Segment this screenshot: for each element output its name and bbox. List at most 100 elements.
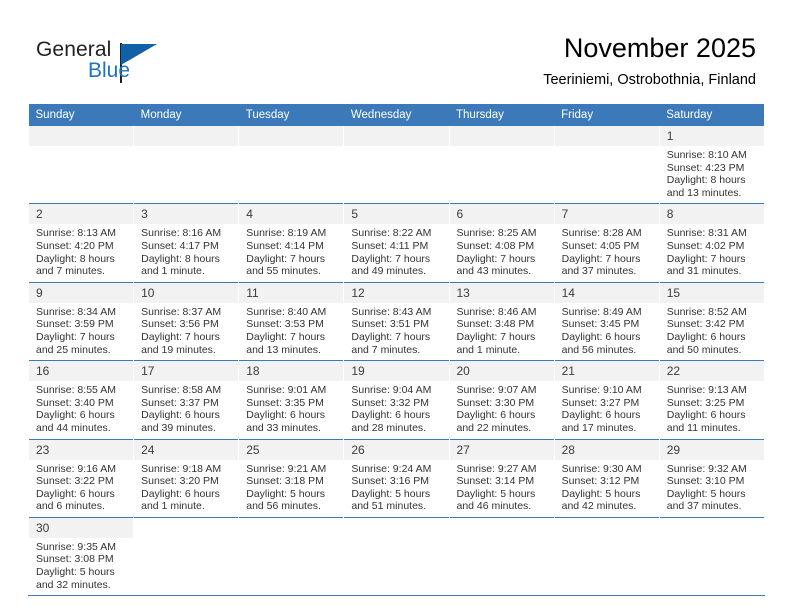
calendar-day-cell[interactable]: 3 Sunrise: 8:16 AM Sunset: 4:17 PM Daylight… xyxy=(133,203,240,283)
daylight-text: Daylight: 6 hours and 28 minutes. xyxy=(351,409,431,434)
calendar-day-cell[interactable]: 10 Sunrise: 8:37 AM Sunset: 3:56 PM Dayligh… xyxy=(133,281,240,361)
sunrise-text: Sunrise: 8:40 AM xyxy=(246,305,327,318)
day-number: 4 xyxy=(239,204,344,225)
day-details: Sunrise: 9:04 AM Sunset: 3:32 PM Daylight:… xyxy=(344,381,448,438)
calendar-day-cell[interactable]: 22 Sunrise: 9:13 AM Sunset: 3:25 PM Dayligh… xyxy=(658,360,765,439)
calendar-day-cell[interactable]: 14 Sunrise: 8:49 AM Sunset: 3:45 PM Dayligh… xyxy=(553,281,660,361)
sunset-text: Sunset: 3:08 PM xyxy=(36,553,114,566)
day-details: Sunrise: 8:25 AM Sunset: 4:08 PM Daylight:… xyxy=(450,224,554,281)
day-details: Sunrise: 9:32 AM Sunset: 3:10 PM Daylight:… xyxy=(660,460,764,517)
calendar-day-cell[interactable]: 4 Sunrise: 8:19 AM Sunset: 4:14 PM Daylight… xyxy=(238,203,345,283)
daylight-text: Daylight: 5 hours and 46 minutes. xyxy=(456,487,536,513)
daylight-text: Daylight: 7 hours and 31 minutes. xyxy=(666,252,746,278)
sunrise-text: Sunrise: 9:32 AM xyxy=(666,462,747,475)
sunrise-text: Sunrise: 8:16 AM xyxy=(141,227,222,240)
calendar-day-cell[interactable]: 21 Sunrise: 9:10 AM Sunset: 3:27 PM Dayligh… xyxy=(553,360,660,439)
calendar-day-cell[interactable]: 16 Sunrise: 8:55 AM Sunset: 3:40 PM Dayligh… xyxy=(27,360,135,439)
weekday-header-sunday: Sunday xyxy=(28,104,134,126)
day-number: 9 xyxy=(29,282,134,303)
sunrise-text: Sunrise: 8:49 AM xyxy=(561,305,642,318)
calendar-day-cell[interactable]: 5 Sunrise: 8:22 AM Sunset: 4:11 PM Daylight… xyxy=(343,203,450,283)
calendar-day-cell[interactable]: 11 Sunrise: 8:40 AM Sunset: 3:53 PM Dayligh… xyxy=(238,281,345,361)
brand-name-blue: Blue xyxy=(88,59,131,82)
calendar-day-cell[interactable]: 17 Sunrise: 8:58 AM Sunset: 3:37 PM Dayligh… xyxy=(133,360,240,439)
calendar-day-cell[interactable]: 8 Sunrise: 8:31 AM Sunset: 4:02 PM Daylight… xyxy=(658,203,765,283)
day-details: Sunrise: 8:58 AM Sunset: 3:37 PM Daylight:… xyxy=(134,381,238,438)
calendar-day-cell[interactable]: 27 Sunrise: 9:27 AM Sunset: 3:14 PM Dayligh… xyxy=(448,438,555,518)
calendar-day-cell[interactable]: 19 Sunrise: 9:04 AM Sunset: 3:32 PM Dayligh… xyxy=(343,360,450,439)
day-details: Sunrise: 9:27 AM Sunset: 3:14 PM Daylight:… xyxy=(450,460,554,517)
day-number-placeholder xyxy=(239,126,344,146)
day-number: 23 xyxy=(29,439,134,460)
day-number-placeholder xyxy=(449,126,554,146)
title-block: November 2025 Teeriniemi, Ostrobothnia, … xyxy=(543,32,756,91)
weekday-header-tuesday: Tuesday xyxy=(238,104,344,126)
sunrise-text: Sunrise: 8:37 AM xyxy=(141,305,222,318)
calendar-day-cell[interactable]: 15 Sunrise: 8:52 AM Sunset: 3:42 PM Dayligh… xyxy=(658,281,765,361)
calendar-day-cell[interactable]: 26 Sunrise: 9:24 AM Sunset: 3:16 PM Dayligh… xyxy=(343,438,450,518)
sunrise-text: Sunrise: 8:22 AM xyxy=(351,227,432,240)
daylight-text: Daylight: 6 hours and 6 minutes. xyxy=(36,487,115,513)
calendar-day-cell[interactable]: 2 Sunrise: 8:13 AM Sunset: 4:20 PM Daylight… xyxy=(27,203,135,283)
sunset-text: Sunset: 3:27 PM xyxy=(561,396,640,409)
day-details: Sunrise: 8:43 AM Sunset: 3:51 PM Daylight:… xyxy=(344,303,448,360)
day-number: 21 xyxy=(554,361,659,382)
sunset-text: Sunset: 4:05 PM xyxy=(561,239,640,252)
page-title: November 2025 xyxy=(563,33,756,63)
calendar-day-cell[interactable]: 28 Sunrise: 9:30 AM Sunset: 3:12 PM Dayligh… xyxy=(553,438,660,518)
day-number: 22 xyxy=(659,361,764,382)
calendar-cell-empty xyxy=(448,126,555,204)
sunrise-text: Sunrise: 9:16 AM xyxy=(36,462,116,475)
sunset-text: Sunset: 3:16 PM xyxy=(351,475,430,488)
daylight-text: Daylight: 6 hours and 22 minutes. xyxy=(456,409,536,434)
calendar-day-cell[interactable]: 18 Sunrise: 9:01 AM Sunset: 3:35 PM Dayligh… xyxy=(238,360,345,439)
sunrise-text: Sunrise: 8:19 AM xyxy=(246,227,327,240)
calendar-day-cell[interactable]: 1 Sunrise: 8:10 AM Sunset: 4:23 PM Daylight… xyxy=(658,126,765,204)
daylight-text: Daylight: 7 hours and 1 minute. xyxy=(456,330,536,356)
daylight-text: Daylight: 7 hours and 13 minutes. xyxy=(246,330,326,356)
sunset-text: Sunset: 3:45 PM xyxy=(561,318,640,331)
sunset-text: Sunset: 3:53 PM xyxy=(246,318,324,331)
sunrise-text: Sunrise: 8:46 AM xyxy=(456,305,537,318)
calendar-day-cell[interactable]: 25 Sunrise: 9:21 AM Sunset: 3:18 PM Dayligh… xyxy=(238,438,345,518)
daylight-text: Daylight: 7 hours and 37 minutes. xyxy=(561,252,641,278)
sunset-text: Sunset: 3:20 PM xyxy=(141,475,219,488)
calendar-day-cell[interactable]: 24 Sunrise: 9:18 AM Sunset: 3:20 PM Dayligh… xyxy=(133,438,240,518)
sunrise-text: Sunrise: 9:24 AM xyxy=(351,462,432,475)
calendar-day-cell[interactable]: 12 Sunrise: 8:43 AM Sunset: 3:51 PM Dayligh… xyxy=(343,281,450,361)
sunset-text: Sunset: 3:10 PM xyxy=(666,475,745,488)
calendar-day-cell[interactable]: 20 Sunrise: 9:07 AM Sunset: 3:30 PM Dayligh… xyxy=(448,360,555,439)
day-number: 14 xyxy=(554,282,659,303)
calendar-cell-blank xyxy=(553,516,660,597)
calendar-day-cell[interactable]: 13 Sunrise: 8:46 AM Sunset: 3:48 PM Dayligh… xyxy=(448,281,555,361)
calendar-day-cell[interactable]: 30 Sunrise: 9:35 AM Sunset: 3:08 PM Dayligh… xyxy=(27,516,135,597)
sunset-text: Sunset: 4:08 PM xyxy=(456,239,535,252)
daylight-text: Daylight: 6 hours and 44 minutes. xyxy=(36,409,115,434)
calendar-day-cell[interactable]: 29 Sunrise: 9:32 AM Sunset: 3:10 PM Dayligh… xyxy=(658,438,765,518)
sunrise-text: Sunrise: 8:34 AM xyxy=(36,305,116,318)
daylight-text: Daylight: 7 hours and 49 minutes. xyxy=(351,252,431,278)
calendar-week-row: 30 Sunrise: 9:35 AM Sunset: 3:08 PM Dayligh… xyxy=(27,516,765,597)
calendar-day-cell[interactable]: 23 Sunrise: 9:16 AM Sunset: 3:22 PM Dayligh… xyxy=(27,438,135,518)
day-number: 12 xyxy=(344,282,449,303)
calendar-day-cell[interactable]: 9 Sunrise: 8:34 AM Sunset: 3:59 PM Daylight… xyxy=(27,281,135,361)
calendar-day-cell[interactable]: 6 Sunrise: 8:25 AM Sunset: 4:08 PM Daylight… xyxy=(448,203,555,283)
calendar-week-row: 2 Sunrise: 8:13 AM Sunset: 4:20 PM Daylight… xyxy=(27,203,765,283)
daylight-text: Daylight: 6 hours and 33 minutes. xyxy=(246,409,326,434)
day-details: Sunrise: 8:34 AM Sunset: 3:59 PM Daylight:… xyxy=(29,303,133,360)
sunrise-text: Sunrise: 9:13 AM xyxy=(666,384,747,397)
calendar-cell-blank xyxy=(343,516,450,597)
sunrise-text: Sunrise: 8:31 AM xyxy=(666,227,747,240)
daylight-text: Daylight: 8 hours and 13 minutes. xyxy=(666,174,746,199)
day-details: Sunrise: 8:52 AM Sunset: 3:42 PM Daylight:… xyxy=(660,303,764,360)
page-subtitle: Teeriniemi, Ostrobothnia, Finland xyxy=(543,72,756,88)
calendar-day-cell[interactable]: 7 Sunrise: 8:28 AM Sunset: 4:05 PM Daylight… xyxy=(553,203,660,283)
day-details: Sunrise: 8:31 AM Sunset: 4:02 PM Daylight:… xyxy=(660,224,764,281)
brand-logo[interactable]: General Blue xyxy=(36,38,196,90)
sunset-text: Sunset: 3:37 PM xyxy=(141,396,219,409)
sunrise-text: Sunrise: 9:01 AM xyxy=(246,384,327,397)
sunset-text: Sunset: 4:17 PM xyxy=(141,239,219,252)
sunset-text: Sunset: 3:25 PM xyxy=(666,396,745,409)
day-details: Sunrise: 9:01 AM Sunset: 3:35 PM Daylight:… xyxy=(239,381,343,438)
day-details: Sunrise: 8:13 AM Sunset: 4:20 PM Daylight:… xyxy=(29,224,133,281)
